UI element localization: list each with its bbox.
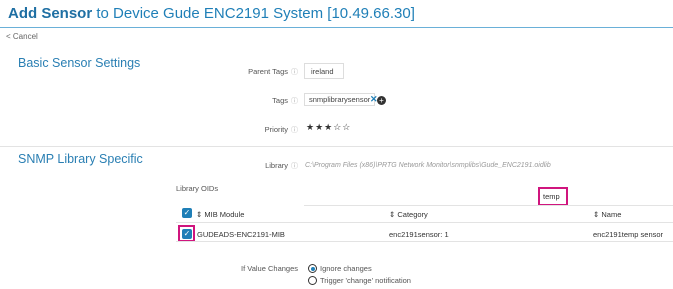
divider bbox=[0, 146, 673, 147]
help-icon[interactable]: ⓘ bbox=[291, 98, 298, 105]
help-icon[interactable]: ⓘ bbox=[291, 163, 298, 170]
column-header-name[interactable]: ⇕ Name bbox=[593, 210, 621, 219]
table-cell-name: enc2191temp sensor bbox=[593, 230, 664, 239]
section-title-basic: Basic Sensor Settings bbox=[18, 56, 141, 70]
cancel-link[interactable]: < Cancel bbox=[6, 32, 38, 41]
add-tag-icon[interactable]: + bbox=[377, 96, 386, 105]
if-value-changes-label: If Value Changes bbox=[241, 264, 298, 273]
page-title: Add Sensor to Device Gude ENC2191 System… bbox=[8, 5, 415, 22]
library-path: C:\Program Files (x86)\PRTG Network Moni… bbox=[305, 162, 551, 169]
help-icon[interactable]: ⓘ bbox=[291, 69, 298, 76]
tag-chip: snmplibrarysensor bbox=[304, 92, 376, 108]
column-header-category[interactable]: ⇕ Category bbox=[389, 210, 428, 219]
priority-label: Priority ⓘ bbox=[264, 125, 298, 134]
parent-tags-field: ireland bbox=[304, 63, 344, 79]
radio-ignore-changes[interactable] bbox=[308, 264, 317, 273]
filter-input[interactable]: temp bbox=[543, 192, 560, 201]
column-header-mib[interactable]: ⇕ MIB Module bbox=[196, 210, 244, 219]
help-icon[interactable]: ⓘ bbox=[291, 127, 298, 134]
radio-label-ignore[interactable]: Ignore changes bbox=[320, 264, 372, 273]
table-header-divider bbox=[176, 222, 673, 223]
library-label: Library ⓘ bbox=[265, 161, 298, 170]
priority-stars[interactable]: ★★★☆☆ bbox=[306, 122, 351, 133]
radio-trigger-change[interactable] bbox=[308, 276, 317, 285]
row-checkbox[interactable]: ✓ bbox=[182, 229, 192, 239]
section-title-snmp: SNMP Library Specific bbox=[18, 152, 143, 166]
tags-label: Tags ⓘ bbox=[272, 96, 298, 105]
filter-underline bbox=[304, 205, 673, 206]
library-oids-label: Library OIDs bbox=[176, 184, 219, 193]
title-bold: Add Sensor bbox=[8, 5, 93, 22]
page-header: Add Sensor to Device Gude ENC2191 System… bbox=[0, 0, 673, 28]
table-cell-mib: GUDEADS-ENC2191-MIB bbox=[197, 230, 285, 239]
title-rest: to Device Gude ENC2191 System [10.49.66.… bbox=[92, 5, 415, 22]
parent-tags-label: Parent Tags ⓘ bbox=[248, 67, 298, 76]
select-all-checkbox[interactable]: ✓ bbox=[182, 208, 192, 218]
table-row-divider bbox=[176, 241, 673, 242]
radio-label-trigger[interactable]: Trigger 'change' notification bbox=[320, 276, 411, 285]
tag-chip-label: snmplibrarysensor bbox=[304, 93, 376, 106]
table-cell-category: enc2191sensor: 1 bbox=[389, 230, 449, 239]
